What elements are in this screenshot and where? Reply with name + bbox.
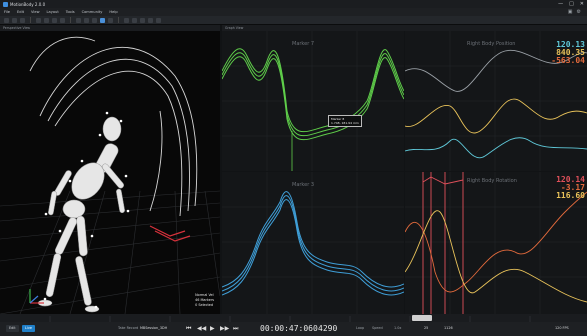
graph-title: Marker 7 bbox=[292, 41, 315, 47]
trajectory-icon[interactable] bbox=[108, 17, 113, 23]
graph-marker-7-plot bbox=[222, 31, 404, 171]
frame-display: 4290 bbox=[318, 324, 338, 333]
skeleton-icon[interactable] bbox=[100, 17, 105, 23]
timeline-ruler bbox=[49, 315, 531, 322]
play-icon[interactable]: ▶ bbox=[210, 325, 215, 332]
rotation-readouts: 120.14 -3.17 116.60 bbox=[556, 176, 585, 200]
perspective-viewport[interactable]: Normal Vel 46 Markers 0 Selected bbox=[0, 31, 220, 314]
graph-title: Marker 3 bbox=[292, 182, 315, 188]
save-icon[interactable] bbox=[20, 17, 25, 23]
transport-bar: Edit Live Take Record MBSession_3DH ⏮ ◀◀… bbox=[0, 322, 587, 336]
tooltip-value: 1.748, 181.94 mm bbox=[331, 121, 359, 125]
yellow-curve bbox=[405, 210, 587, 303]
move-icon[interactable] bbox=[44, 17, 49, 23]
value-tooltip: Marker 8 1.748, 181.94 mm bbox=[328, 115, 362, 127]
graph-grid bbox=[222, 172, 404, 314]
green-curves bbox=[222, 48, 404, 141]
timecode-display: 00:00:47:060 bbox=[260, 324, 318, 333]
speed-label: Speed bbox=[372, 326, 383, 330]
menu-file[interactable]: File bbox=[4, 10, 10, 14]
close-icon[interactable]: ✕ bbox=[580, 1, 584, 7]
fps-display[interactable]: 120 FPS bbox=[555, 326, 569, 330]
readout-rz: 116.60 bbox=[556, 191, 585, 200]
new-icon[interactable] bbox=[4, 17, 9, 23]
scale-icon[interactable] bbox=[60, 17, 65, 23]
floor-grid bbox=[0, 190, 220, 314]
mode-edit-button[interactable]: Edit bbox=[6, 325, 19, 332]
cyan-curve bbox=[405, 137, 587, 159]
yellow-curve bbox=[405, 98, 587, 134]
take-name[interactable]: MBSession_3DH bbox=[140, 326, 167, 330]
status-selected: 0 Selected bbox=[195, 303, 214, 307]
menu-help[interactable]: Help bbox=[109, 10, 117, 14]
start-frame-field[interactable]: 25 bbox=[424, 326, 428, 330]
viewport-scene bbox=[0, 36, 220, 314]
readout-z: -563.04 bbox=[551, 56, 585, 65]
red-curves bbox=[422, 172, 464, 314]
viewport-status: Normal Vel 46 Markers 0 Selected bbox=[195, 293, 214, 308]
speed-value[interactable]: 1.0x bbox=[394, 326, 401, 330]
loop-label[interactable]: Loop bbox=[356, 326, 364, 330]
open-icon[interactable] bbox=[12, 17, 17, 23]
menu-bar: File Edit View Layout Tools Community He… bbox=[0, 8, 587, 16]
graph-title: Right Body Rotation bbox=[467, 178, 517, 184]
menu-layout[interactable]: Layout bbox=[47, 10, 59, 14]
grid-icon[interactable] bbox=[84, 17, 89, 23]
graph-title: Right Body Position bbox=[467, 41, 516, 47]
curve-icon[interactable] bbox=[132, 17, 137, 23]
app-logo-icon bbox=[3, 1, 8, 7]
mannequin-figure bbox=[37, 116, 125, 313]
menu-right-icons: ▣ ⚙ bbox=[568, 9, 581, 15]
toolbar-divider bbox=[30, 17, 31, 23]
end-frame-field[interactable]: 1126 bbox=[444, 326, 453, 330]
menu-tools[interactable]: Tools bbox=[66, 10, 75, 14]
graph-right-body-rotation[interactable]: Right Body Rotation 120.14 -3.17 116.60 bbox=[405, 172, 587, 314]
graph-grid bbox=[222, 31, 404, 171]
menu-community[interactable]: Community bbox=[82, 10, 103, 14]
snap-icon[interactable] bbox=[156, 17, 161, 23]
layout-icon[interactable]: ▣ bbox=[568, 9, 573, 15]
minimize-icon[interactable]: — bbox=[558, 1, 563, 7]
title-bar: MotionBody 2.0.0 — □ ✕ bbox=[0, 0, 587, 8]
main-toolbar bbox=[0, 16, 587, 25]
window-controls: — □ ✕ bbox=[558, 1, 584, 7]
skip-start-icon[interactable]: ⏮ bbox=[186, 325, 191, 333]
graph-marker-3-plot bbox=[222, 172, 404, 314]
toolbar-divider bbox=[118, 17, 119, 23]
graph-icon[interactable] bbox=[124, 17, 129, 23]
timeline-bar[interactable] bbox=[0, 314, 587, 322]
settings-icon[interactable]: ⚙ bbox=[577, 9, 581, 15]
graph-marker-3[interactable]: Marker 3 bbox=[222, 172, 404, 314]
menu-view[interactable]: View bbox=[31, 10, 40, 14]
rotate-icon[interactable] bbox=[52, 17, 57, 23]
step-back-icon[interactable]: ◀◀ bbox=[197, 325, 206, 332]
camera-icon[interactable] bbox=[76, 17, 81, 23]
take-label: Take Record bbox=[118, 326, 139, 330]
marker-icon[interactable] bbox=[92, 17, 97, 23]
maximize-icon[interactable]: □ bbox=[569, 1, 574, 7]
menu-edit[interactable]: Edit bbox=[17, 10, 24, 14]
toolbar-divider bbox=[70, 17, 71, 23]
position-readouts: 120.13 840.35 -563.04 bbox=[551, 41, 585, 65]
select-icon[interactable] bbox=[36, 17, 41, 23]
step-forward-icon[interactable]: ▶▶ bbox=[220, 325, 229, 332]
window-title: MotionBody 2.0.0 bbox=[10, 1, 46, 7]
key-icon[interactable] bbox=[140, 17, 145, 23]
marker-trail bbox=[149, 225, 191, 242]
filter-icon[interactable] bbox=[148, 17, 153, 23]
graph-right-body-position[interactable]: Right Body Position 120.13 840.35 -563.0… bbox=[405, 31, 587, 171]
graph-marker-7[interactable]: Marker 7 Marker 8 1.748, 181.94 mm bbox=[222, 31, 404, 171]
playhead-handle[interactable] bbox=[412, 315, 432, 321]
mode-live-button[interactable]: Live bbox=[22, 325, 35, 332]
skip-end-icon[interactable]: ⏭ bbox=[233, 325, 238, 333]
